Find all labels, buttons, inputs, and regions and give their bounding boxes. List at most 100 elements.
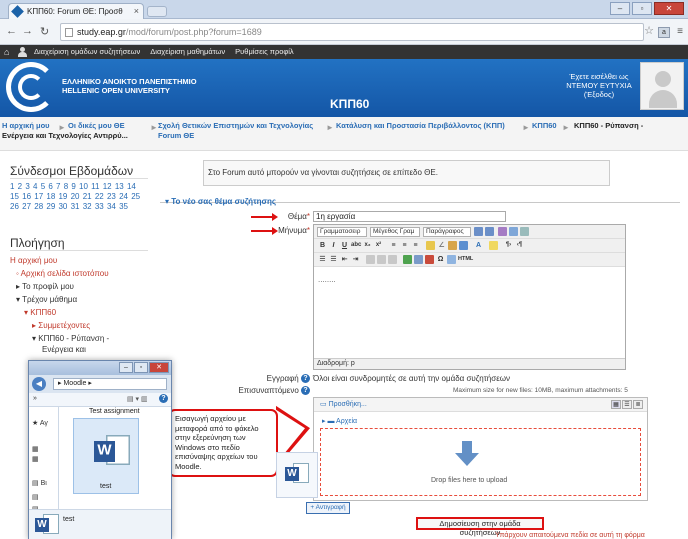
back-arrow-icon[interactable]: ← <box>6 25 17 37</box>
files-folder[interactable]: ▸ ▬ Αρχεία <box>322 417 357 425</box>
bold-icon[interactable]: B <box>318 241 327 250</box>
explorer-path-input[interactable]: ▸ Moodle ▸ <box>53 378 167 390</box>
bookmark-star-icon[interactable]: ☆ <box>644 24 654 37</box>
background-color-icon[interactable] <box>489 241 498 250</box>
font-size-dropdown[interactable]: Μέγεθος Γραμ <box>370 227 420 237</box>
fieldset-legend[interactable]: ▾ Το νέο σας θέμα συζήτησης <box>165 197 276 206</box>
nav-participants[interactable]: ▸ Συμμετέχοντες <box>32 321 90 331</box>
home-icon[interactable]: ⌂ <box>4 45 9 59</box>
clean-icon[interactable] <box>426 241 435 250</box>
dragged-file[interactable]: W <box>276 452 318 498</box>
browser-tab[interactable]: ΚΠΠ60: Forum ΘΕ: Προσθ × <box>8 3 144 19</box>
organize-menu[interactable]: » <box>33 395 37 402</box>
paragraph-dropdown[interactable]: Παράγραφος <box>423 227 471 237</box>
font-family-dropdown[interactable]: Γραμματοσειρ <box>317 227 367 237</box>
message-editor[interactable]: Γραμματοσειρ Μέγεθος Γραμ Παράγραφος B I… <box>313 224 626 370</box>
align-right-icon[interactable]: ≡ <box>411 241 420 250</box>
explorer-minimize-button[interactable]: – <box>119 362 133 373</box>
italic-icon[interactable]: I <box>329 241 338 250</box>
desktop-item[interactable]: ▦ <box>32 445 39 453</box>
paste-icon[interactable] <box>448 241 457 250</box>
strike-icon[interactable]: abc <box>351 241 361 250</box>
html-icon[interactable]: HTML <box>458 255 473 264</box>
explorer-help-icon[interactable]: ? <box>159 394 168 403</box>
crumb-my-courses[interactable]: Οι δικές μου ΘΕ <box>68 121 125 131</box>
format-icon[interactable]: ∠ <box>437 241 446 250</box>
nav-manage-courses[interactable]: Διαχείριση μαθημάτων <box>150 45 225 59</box>
post-to-forum-button[interactable]: Δημοσίευση στην ομάδα συζητήσεων <box>416 517 544 537</box>
documents-item[interactable]: ▤ <box>32 493 39 501</box>
tab-close-icon[interactable]: × <box>134 4 139 19</box>
subscript-icon[interactable]: x₂ <box>363 241 372 250</box>
text-color-icon[interactable]: A <box>474 241 483 250</box>
link-icon[interactable] <box>366 255 375 264</box>
editor-content[interactable]: ........ <box>318 275 336 284</box>
fullscreen-icon[interactable] <box>520 227 529 236</box>
user-icon[interactable] <box>18 47 27 57</box>
login-name-link[interactable]: ΝΤΕΜΟΥ ΕΥΤΥΧΙΑ <box>556 81 642 90</box>
bullet-list-icon[interactable]: ☰ <box>318 255 327 264</box>
help-icon[interactable]: ? <box>301 374 310 384</box>
spellcheck-icon[interactable] <box>447 255 456 264</box>
find-icon[interactable] <box>498 227 507 236</box>
minimize-button[interactable]: – <box>610 2 630 15</box>
explorer-maximize-button[interactable]: ▫ <box>134 362 148 373</box>
align-center-icon[interactable]: ≡ <box>400 241 409 250</box>
libraries-item[interactable]: ▤ Βι <box>32 479 47 487</box>
undo-icon[interactable] <box>474 227 483 236</box>
crumb-home-course[interactable]: Ενέργεια και Τεχνολογίες Αντιρρύ... <box>2 131 152 141</box>
extension-icon[interactable]: a <box>658 27 670 38</box>
add-file-button[interactable]: ▭ Προσθήκη... <box>320 400 367 408</box>
close-window-button[interactable]: ✕ <box>654 2 684 15</box>
crumb-program[interactable]: Κατάλυση και Προστασία Περιβάλλοντος (ΚΠ… <box>336 121 505 131</box>
crumb-school[interactable]: Σχολή Θετικών Επιστημών και Τεχνολογίας <box>158 121 313 131</box>
anchor-icon[interactable] <box>388 255 397 264</box>
insert-special-char-icon[interactable]: Ω <box>436 255 445 264</box>
crumb-home[interactable]: Η αρχική μου <box>2 121 50 131</box>
crumb-forum[interactable]: Forum ΘΕ <box>158 131 194 141</box>
outdent-icon[interactable]: ⇤ <box>340 255 349 264</box>
nav-current-course[interactable]: ▾ Τρέχον μάθημα <box>16 295 77 305</box>
url-input[interactable]: study.eap.gr/mod/forum/post.php?forum=16… <box>60 23 644 41</box>
browser-menu-icon[interactable]: ≡ <box>677 26 683 37</box>
forward-arrow-icon[interactable]: → <box>22 25 33 37</box>
insert-media-icon[interactable] <box>414 255 423 264</box>
week-links[interactable]: 1 2 3 4 5 6 7 8 9 10 11 12 13 14 15 16 1… <box>10 182 145 212</box>
redo-icon[interactable] <box>485 227 494 236</box>
view-tree-icon[interactable]: ≣ <box>633 400 643 409</box>
nav-course-kpp60[interactable]: ▾ ΚΠΠ60 <box>24 308 56 318</box>
new-tab-button[interactable] <box>147 6 167 17</box>
paste-word-icon[interactable] <box>459 241 468 250</box>
explorer-titlebar[interactable]: – ▫ ✕ <box>29 361 171 375</box>
nav-profile-settings[interactable]: Ρυθμίσεις προφίλ <box>235 45 294 59</box>
nav-my-home[interactable]: Η αρχική μου <box>10 256 57 266</box>
logout-link[interactable]: (Έξοδος) <box>556 90 642 99</box>
nav-site-home[interactable]: ◦ Αρχική σελίδα ιστοτόπου <box>16 269 109 279</box>
downloads-item[interactable]: ▦ <box>32 455 39 463</box>
favorites-item[interactable]: ★ Αγ <box>32 419 48 427</box>
align-left-icon[interactable]: ≡ <box>389 241 398 250</box>
insert-image-icon[interactable] <box>403 255 412 264</box>
crumb-module[interactable]: ΚΠΠ60 - Ρύπανση - <box>574 121 643 131</box>
rtl-icon[interactable]: ‹¶ <box>515 241 524 250</box>
nav-manage-groups[interactable]: Διαχείριση ομάδων συζητήσεων <box>34 45 140 59</box>
avatar[interactable] <box>640 62 684 110</box>
insert-table-icon[interactable] <box>425 255 434 264</box>
nav-module[interactable]: ▾ ΚΠΠ60 - Ρύπανση - <box>32 334 109 344</box>
nav-my-profile[interactable]: ▸ Το προφίλ μου <box>16 282 74 292</box>
numbered-list-icon[interactable]: ☰ <box>329 255 338 264</box>
view-list-icon[interactable]: ☰ <box>622 400 632 409</box>
explorer-back-icon[interactable]: ◀ <box>32 377 46 391</box>
crumb-course[interactable]: ΚΠΠ60 <box>532 121 557 131</box>
indent-icon[interactable]: ⇥ <box>351 255 360 264</box>
maximize-button[interactable]: ▫ <box>632 2 652 15</box>
file-item-test[interactable]: W test <box>73 418 139 494</box>
drop-zone[interactable]: Drop files here to upload <box>320 428 641 496</box>
subject-input[interactable]: 1η εργασία <box>313 211 506 222</box>
explorer-close-button[interactable]: ✕ <box>149 362 169 373</box>
superscript-icon[interactable]: x² <box>374 241 383 250</box>
help-icon[interactable]: ? <box>301 386 310 396</box>
reload-icon[interactable]: ↻ <box>40 25 49 38</box>
unlink-icon[interactable] <box>377 255 386 264</box>
view-icons-icon[interactable]: ▦ <box>611 400 621 409</box>
